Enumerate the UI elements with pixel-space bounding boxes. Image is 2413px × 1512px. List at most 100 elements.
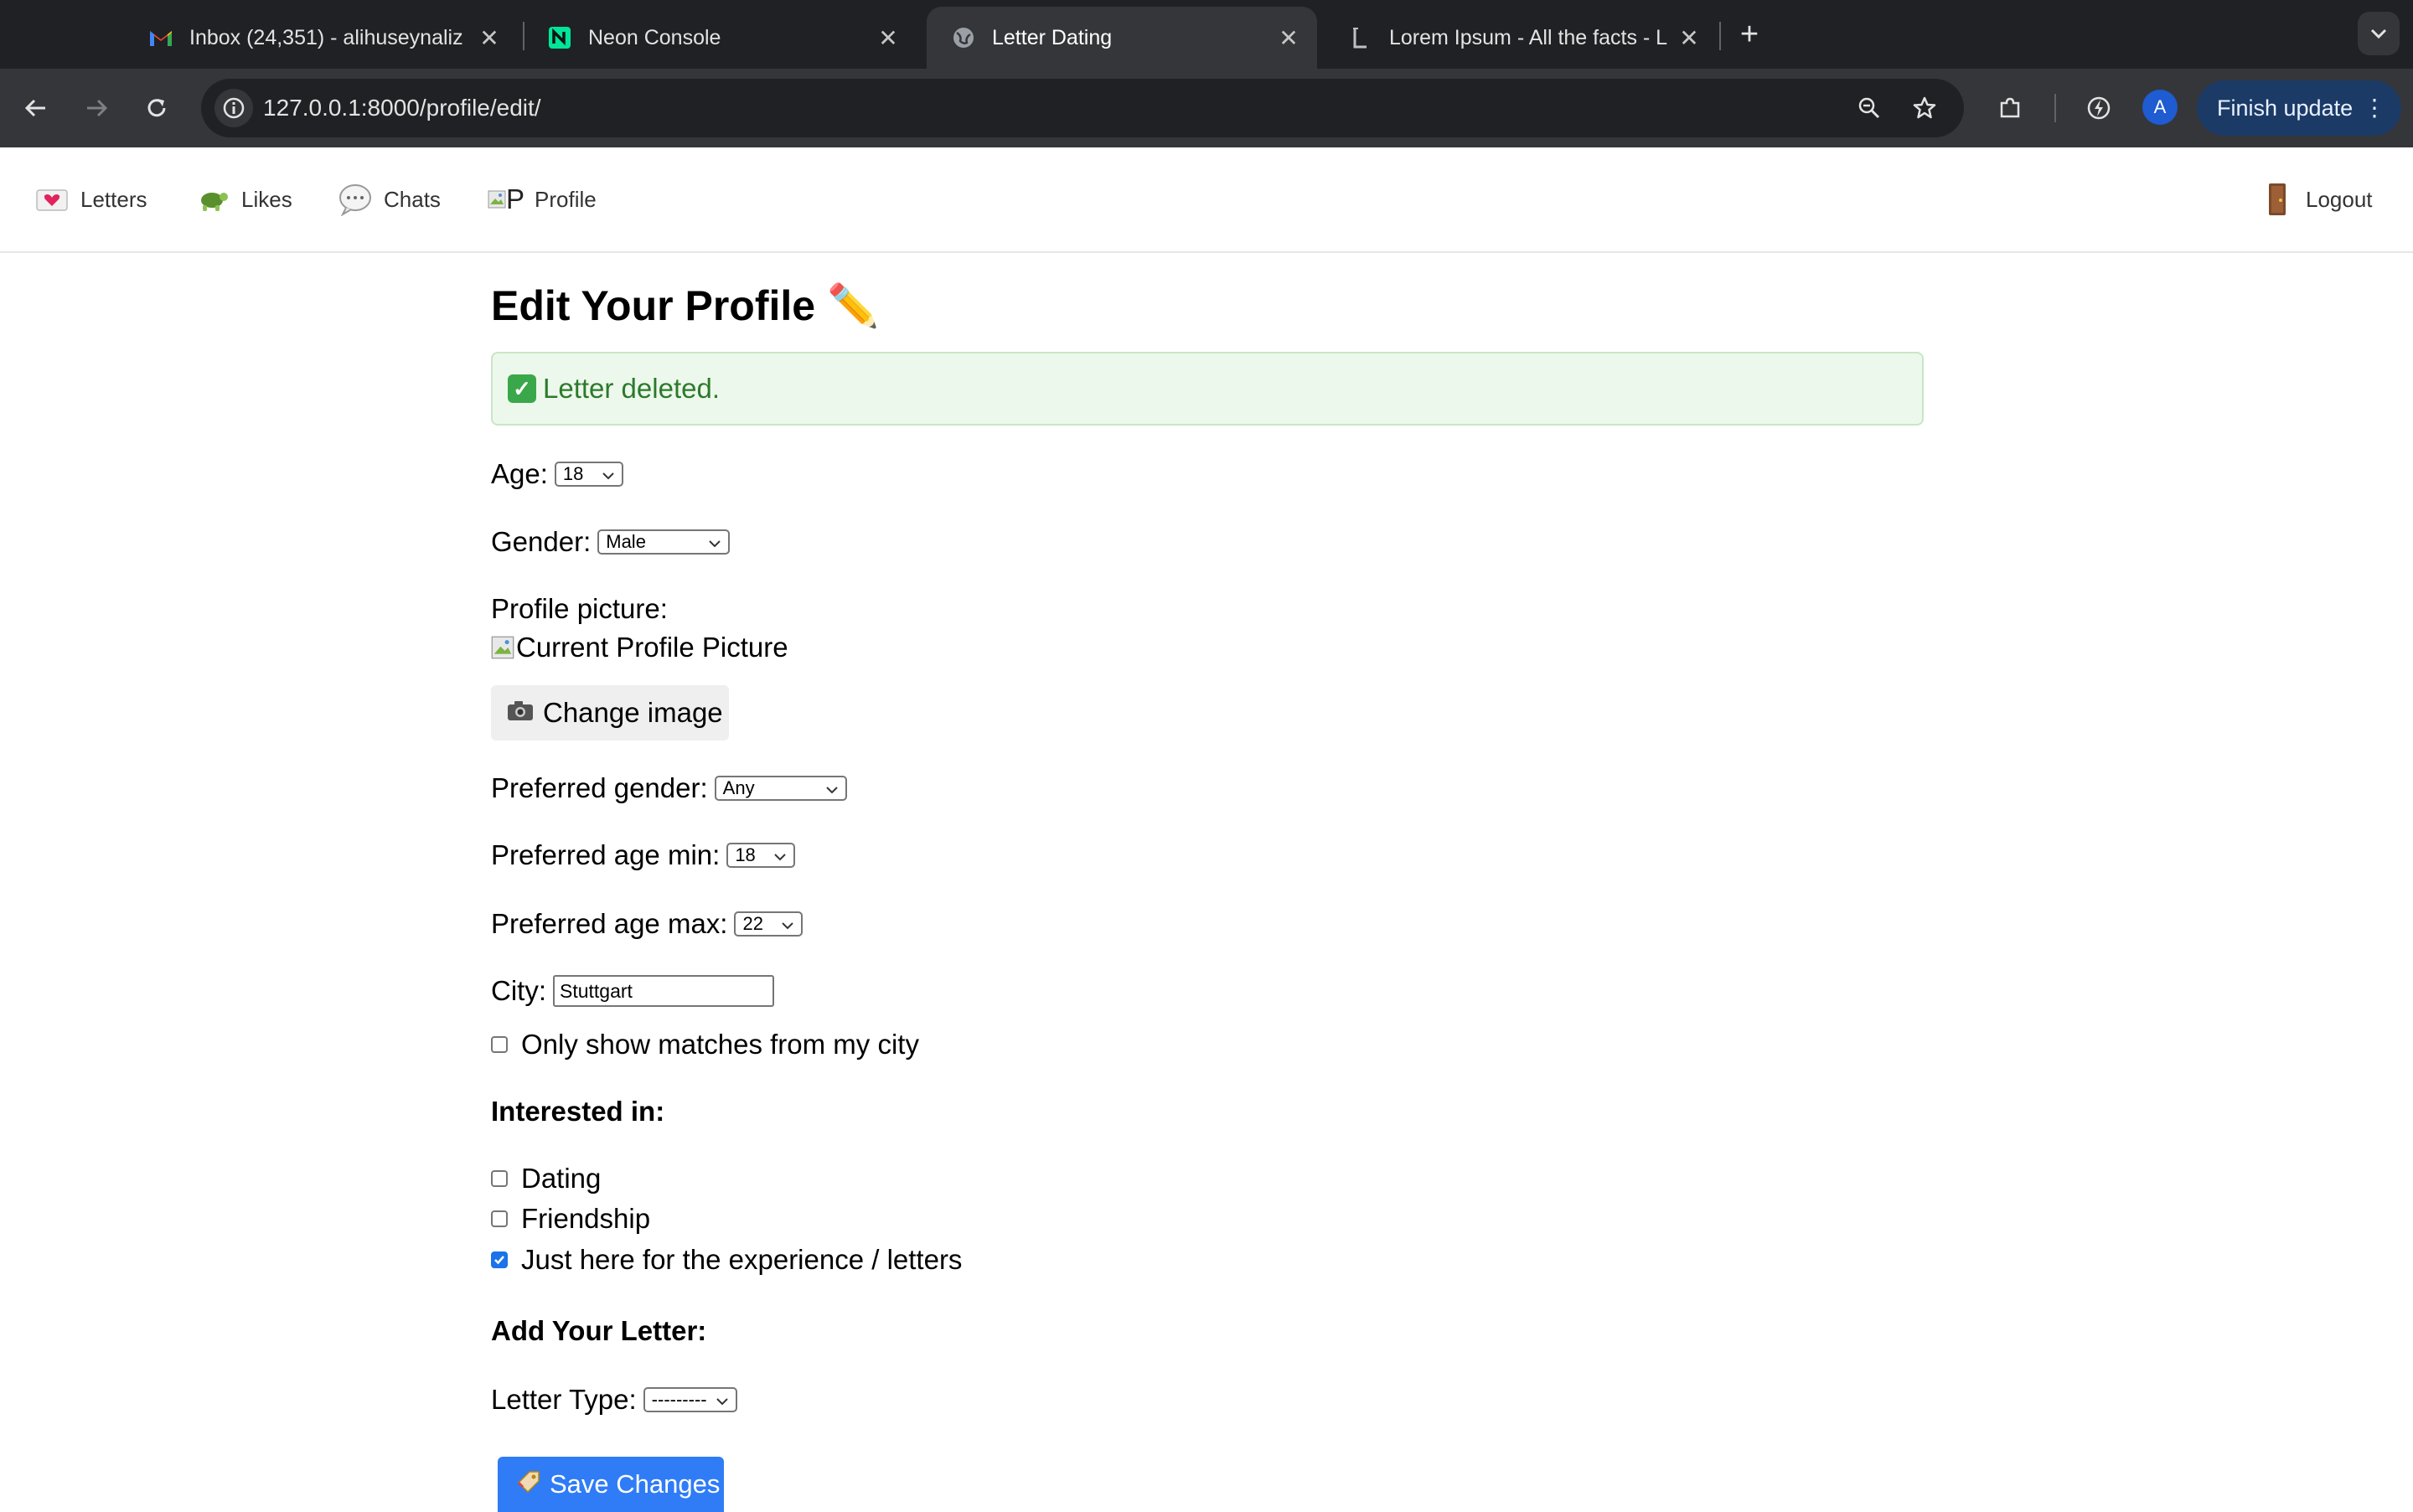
- only-city-checkbox[interactable]: [491, 1036, 508, 1053]
- city-row: City: Stuttgart: [491, 973, 774, 1009]
- tab-lorem-ipsum[interactable]: Lorem Ipsum - All the facts - L ✕: [1324, 7, 1718, 69]
- tab-title: Lorem Ipsum - All the facts - L: [1389, 25, 1668, 49]
- finish-update-button[interactable]: Finish update ⋮: [2197, 80, 2401, 136]
- success-alert: ✓ Letter deleted.: [491, 352, 1924, 426]
- gender-row: Gender: Male: [491, 524, 731, 560]
- close-tab-icon[interactable]: ✕: [1672, 21, 1706, 54]
- turtle-icon: [194, 181, 231, 218]
- interest-friendship-checkbox[interactable]: [491, 1210, 508, 1227]
- nav-chats[interactable]: Chats: [337, 147, 441, 251]
- address-bar[interactable]: 127.0.0.1:8000/profile/edit/: [201, 79, 1964, 137]
- interest-dating-label: Dating: [521, 1163, 602, 1194]
- interest-friendship-row: Friendship: [484, 1201, 650, 1236]
- interested-in-heading: Interested in:: [491, 1096, 665, 1127]
- forward-icon[interactable]: [74, 85, 119, 131]
- tab-title: Neon Console: [588, 25, 721, 49]
- new-tab-icon[interactable]: +: [1733, 15, 1766, 54]
- preferred-gender-select[interactable]: Any: [714, 776, 847, 801]
- close-tab-icon[interactable]: ✕: [871, 21, 905, 54]
- site-nav: Letters Likes Chats P Profile Logout: [0, 147, 2413, 253]
- check-mark-icon: ✓: [508, 374, 536, 403]
- age-label: Age:: [491, 458, 548, 489]
- alert-message: Letter deleted.: [543, 373, 720, 404]
- tab-search-icon[interactable]: [2358, 12, 2400, 55]
- chevron-down-icon: [602, 463, 615, 485]
- preferred-gender-row: Preferred gender: Any: [491, 771, 847, 806]
- nav-letters[interactable]: Letters: [34, 147, 147, 251]
- chevron-down-icon: [825, 777, 839, 799]
- lorem-icon: [1347, 24, 1374, 51]
- bookmark-star-icon[interactable]: [1905, 89, 1944, 127]
- letter-type-label: Letter Type:: [491, 1384, 637, 1415]
- interest-friendship-label: Friendship: [521, 1203, 651, 1234]
- profile-image-alt: P: [506, 183, 525, 214]
- zoom-icon[interactable]: [1850, 89, 1889, 127]
- profile-thumbnail-broken-image: P: [488, 183, 524, 215]
- change-image-label: Change image: [543, 697, 723, 728]
- add-letter-heading: Add Your Letter:: [491, 1315, 707, 1346]
- reload-icon[interactable]: [134, 85, 179, 131]
- nav-letters-label: Letters: [80, 186, 147, 212]
- camera-icon: [506, 699, 535, 728]
- nav-likes[interactable]: Likes: [194, 147, 292, 251]
- only-city-label: Only show matches from my city: [521, 1029, 919, 1060]
- city-input[interactable]: Stuttgart: [553, 975, 774, 1007]
- tag-icon: [516, 1469, 541, 1500]
- close-tab-icon[interactable]: ✕: [1272, 21, 1305, 54]
- chevron-down-icon: [781, 913, 794, 935]
- site-info-icon[interactable]: [214, 89, 253, 127]
- save-changes-label: Save Changes: [550, 1469, 721, 1499]
- tab-title: Inbox (24,351) - alihuseynaliz: [189, 25, 463, 49]
- finish-update-label: Finish update: [2217, 95, 2354, 121]
- tab-neon[interactable]: Neon Console ✕: [523, 7, 917, 69]
- nav-profile[interactable]: P Profile: [488, 147, 597, 251]
- city-label: City:: [491, 975, 546, 1006]
- interest-dating-row: Dating: [484, 1161, 601, 1196]
- age-row: Age: 18: [491, 457, 623, 491]
- letter-type-select[interactable]: ---------: [643, 1387, 737, 1412]
- toolbar-divider: [2054, 94, 2056, 122]
- preferred-gender-label: Preferred gender:: [491, 772, 708, 803]
- interest-experience-label: Just here for the experience / letters: [521, 1244, 963, 1275]
- close-tab-icon[interactable]: ✕: [473, 21, 506, 54]
- only-city-row: Only show matches from my city: [484, 1027, 919, 1062]
- profile-avatar[interactable]: A: [2142, 90, 2178, 125]
- broken-image-icon: [491, 636, 514, 659]
- chevron-down-icon: [773, 844, 787, 866]
- preferred-age-max-row: Preferred age max: 22: [491, 906, 803, 942]
- chevron-down-icon: [708, 531, 721, 553]
- nav-logout-label: Logout: [2306, 186, 2373, 212]
- page-title: Edit Your Profile ✏️: [491, 282, 880, 329]
- age-select[interactable]: 18: [554, 462, 623, 487]
- speech-bubble-icon: [337, 181, 374, 218]
- nav-profile-label: Profile: [535, 186, 597, 212]
- menu-dots-icon: ⋮: [2363, 95, 2386, 121]
- tab-letter-dating[interactable]: Letter Dating ✕: [927, 7, 1317, 69]
- chevron-down-icon: [716, 1389, 729, 1411]
- tab-gmail[interactable]: Inbox (24,351) - alihuseynaliz ✕: [124, 7, 518, 69]
- performance-icon[interactable]: [2076, 85, 2121, 131]
- nav-likes-label: Likes: [241, 186, 292, 212]
- globe-icon: [950, 24, 977, 51]
- extensions-icon[interactable]: [1987, 85, 2033, 131]
- preferred-age-max-select[interactable]: 22: [734, 911, 803, 937]
- interest-dating-checkbox[interactable]: [491, 1170, 508, 1187]
- back-icon[interactable]: [13, 85, 59, 131]
- preferred-age-min-select[interactable]: 18: [726, 843, 796, 868]
- url-text: 127.0.0.1:8000/profile/edit/: [263, 95, 541, 121]
- save-changes-button[interactable]: Save Changes: [498, 1457, 724, 1512]
- change-image-button[interactable]: Change image: [491, 685, 729, 741]
- tab-divider: [1719, 22, 1721, 50]
- gmail-icon: [147, 24, 174, 51]
- preferred-age-min-row: Preferred age min: 18: [491, 838, 796, 873]
- door-icon: [2259, 181, 2296, 218]
- love-letter-icon: [34, 181, 70, 218]
- gender-select[interactable]: Male: [597, 529, 731, 555]
- browser-tab-strip: Inbox (24,351) - alihuseynaliz ✕ Neon Co…: [0, 0, 2413, 69]
- tab-title: Letter Dating: [992, 25, 1113, 49]
- interest-experience-checkbox[interactable]: [491, 1251, 508, 1268]
- nav-logout[interactable]: Logout: [2259, 147, 2373, 251]
- profile-picture-alt: Current Profile Picture: [516, 632, 788, 663]
- neon-icon: [546, 24, 573, 51]
- letter-type-row: Letter Type: ---------: [491, 1382, 737, 1417]
